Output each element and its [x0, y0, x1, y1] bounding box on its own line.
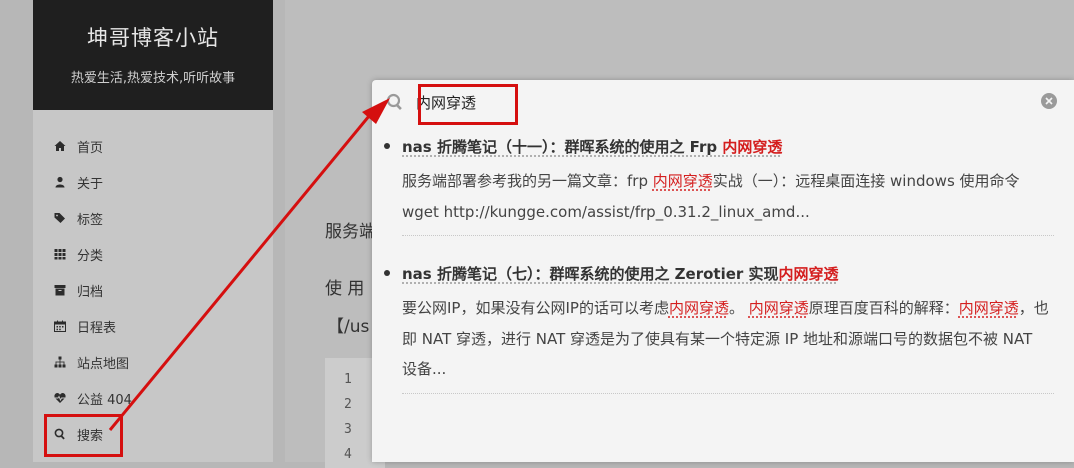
- menu-item-sitemap[interactable]: 站点地图: [33, 344, 273, 380]
- search-result-item: nas 折腾笔记（七）：群晖系统的使用之 Zerotier 实现内网穿透 要公网…: [384, 263, 1054, 403]
- menu-item-label: 归档: [77, 281, 103, 300]
- result-divider: [402, 235, 1054, 236]
- search-result-title[interactable]: nas 折腾笔记（十一）：群晖系统的使用之 Frp 内网穿透: [402, 136, 782, 157]
- menu-item-archive[interactable]: 归档: [33, 272, 273, 308]
- search-result-title[interactable]: nas 折腾笔记（七）：群晖系统的使用之 Zerotier 实现内网穿透: [402, 263, 839, 284]
- menu-item-categories[interactable]: 分类: [33, 236, 273, 272]
- menu-item-schedule[interactable]: 日程表: [33, 308, 273, 344]
- result-title-highlight: 内网穿透: [779, 265, 839, 283]
- archive-icon: [53, 283, 67, 297]
- result-divider: [402, 393, 1054, 394]
- clear-search-button[interactable]: [1041, 93, 1057, 109]
- site-subtitle: 热爱生活,热爱技术,听听故事: [33, 67, 273, 86]
- sitemap-icon: [53, 355, 67, 369]
- snippet-highlight: 内网穿透: [959, 299, 1019, 317]
- snippet-text: 原理百度百科的解释：: [809, 299, 959, 317]
- site-title: 坤哥博客小站: [33, 22, 273, 52]
- search-icon: [386, 93, 404, 111]
- code-line-number: 3: [344, 422, 352, 437]
- article-text-line: 【/us: [327, 312, 369, 337]
- snippet-text: 服务端部署参考我的另一篇文章：frp: [402, 172, 653, 190]
- sidebar-menu: 首页 关于 标签 分类 归档: [33, 128, 273, 452]
- menu-item-label: 公益 404: [77, 389, 132, 408]
- menu-item-tags[interactable]: 标签: [33, 200, 273, 236]
- user-icon: [53, 175, 67, 189]
- local-search-panel: nas 折腾笔记（十一）：群晖系统的使用之 Frp 内网穿透 服务端部署参考我的…: [372, 80, 1074, 462]
- menu-item-label: 首页: [77, 137, 103, 156]
- home-icon: [53, 139, 67, 153]
- search-result-snippet: 服务端部署参考我的另一篇文章：frp 内网穿透实战（一）：远程桌面连接 wind…: [402, 166, 1052, 227]
- menu-item-label: 日程表: [77, 317, 116, 336]
- menu-item-label: 关于: [77, 173, 103, 192]
- snippet-text: 要公网IP，如果没有公网IP的话可以考虑: [402, 299, 669, 317]
- list-bullet: [384, 143, 390, 149]
- calendar-icon: [53, 319, 67, 333]
- article-text-line: 服务端: [325, 217, 376, 242]
- result-title-text: nas 折腾笔记（十一）：群晖系统的使用之 Frp: [402, 138, 722, 156]
- code-line-number: 1: [344, 372, 352, 387]
- code-line-number: 4: [344, 447, 352, 462]
- menu-item-label: 站点地图: [77, 353, 129, 372]
- menu-item-home[interactable]: 首页: [33, 128, 273, 164]
- close-icon: [1045, 97, 1053, 105]
- snippet-highlight: 内网穿透: [653, 172, 713, 190]
- site-brand[interactable]: 坤哥博客小站 热爱生活,热爱技术,听听故事: [33, 0, 273, 110]
- grid-icon: [53, 247, 67, 261]
- menu-item-404[interactable]: 公益 404: [33, 380, 273, 416]
- snippet-highlight: 内网穿透: [669, 299, 729, 317]
- tags-icon: [53, 211, 67, 225]
- annotation-box-search-query: [418, 84, 518, 125]
- annotation-box-search-menu: [44, 414, 123, 457]
- result-title-highlight: 内网穿透: [722, 138, 782, 156]
- menu-item-about[interactable]: 关于: [33, 164, 273, 200]
- list-bullet: [384, 270, 390, 276]
- search-result-snippet: 要公网IP，如果没有公网IP的话可以考虑内网穿透。 内网穿透原理百度百科的解释：…: [402, 293, 1052, 385]
- search-result-item: nas 折腾笔记（十一）：群晖系统的使用之 Frp 内网穿透 服务端部署参考我的…: [384, 136, 1054, 256]
- code-line-number: 2: [344, 397, 352, 412]
- menu-item-label: 标签: [77, 209, 103, 228]
- menu-item-label: 分类: [77, 245, 103, 264]
- sidebar: 坤哥博客小站 热爱生活,热爱技术,听听故事 首页 关于 标签 分类: [33, 0, 273, 462]
- article-text-line: 使 用: [325, 274, 364, 299]
- snippet-highlight: 内网穿透: [749, 299, 809, 317]
- result-title-text: nas 折腾笔记（七）：群晖系统的使用之 Zerotier 实现: [402, 265, 779, 283]
- snippet-text: 。: [729, 299, 749, 317]
- heartbeat-icon: [53, 391, 67, 405]
